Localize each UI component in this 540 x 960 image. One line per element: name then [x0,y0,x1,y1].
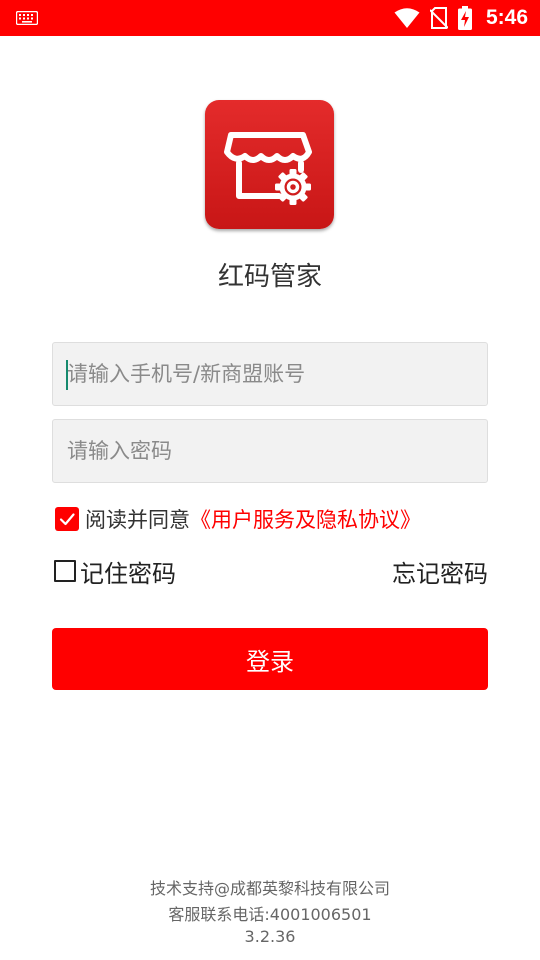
no-sim-icon [429,7,448,29]
login-button[interactable]: 登录 [52,628,488,690]
phone-input[interactable] [53,343,487,405]
forgot-password-link[interactable]: 忘记密码 [392,556,488,588]
password-field[interactable] [52,419,488,483]
remember-password[interactable]: 记住密码 [54,556,176,588]
agree-label: 阅读并同意 [85,508,190,532]
keyboard-icon [16,11,38,25]
agreement-row: 阅读并同意 《用户服务及隐私协议》 [55,505,421,533]
status-bar: 5:46 [0,0,540,36]
phone-field[interactable] [52,342,488,406]
check-icon [59,513,75,526]
tech-support-text: 技术支持@成都英黎科技有限公司 [149,879,390,898]
remember-label: 记住密码 [80,559,176,588]
hotline-text: 客服联系电话:4001006501 [168,905,372,924]
app-name: 红码管家 [217,262,322,292]
remember-checkbox[interactable] [54,560,76,582]
text-cursor [66,360,68,390]
agree-checkbox[interactable] [55,507,79,531]
password-input[interactable] [53,420,487,482]
wifi-icon [394,8,420,28]
storefront-gear-icon [224,132,312,205]
status-time: 5:46 [485,6,528,29]
app-logo [205,100,334,229]
agreement-link[interactable]: 《用户服务及隐私协议》 [190,504,421,534]
battery-charging-icon [457,6,472,30]
version-text: 3.2.36 [244,927,296,946]
